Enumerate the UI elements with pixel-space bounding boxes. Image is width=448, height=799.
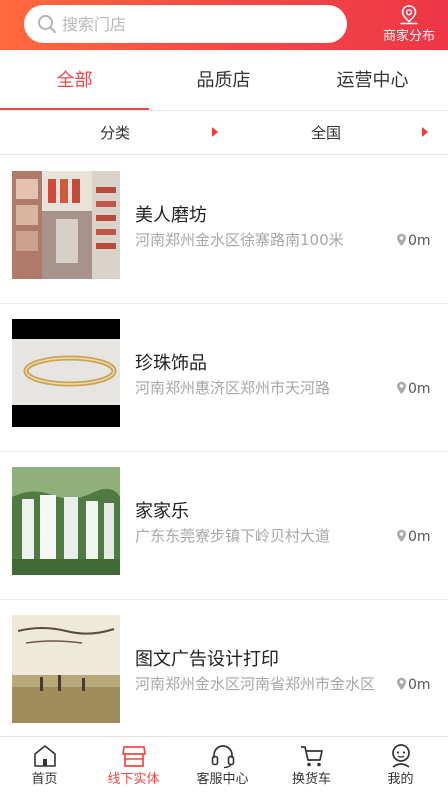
store-thumbnail bbox=[12, 319, 120, 427]
top-header: 商家分布 bbox=[0, 0, 448, 50]
location-pin-icon bbox=[400, 5, 418, 25]
store-distance-value: 0m bbox=[408, 677, 431, 693]
store-distance: 0m bbox=[396, 231, 431, 251]
store-distance: 0m bbox=[396, 527, 431, 547]
location-pin-icon bbox=[397, 381, 406, 394]
store-address: 河南郑州金水区徐寨路南100米 bbox=[135, 231, 344, 249]
merchant-distribution-label: 商家分布 bbox=[382, 29, 435, 44]
tab-quality-store[interactable]: 品质店 bbox=[149, 50, 298, 110]
store-thumbnail bbox=[12, 615, 120, 723]
tab-operation-center[interactable]: 运营中心 bbox=[298, 50, 447, 110]
active-tab-indicator bbox=[0, 108, 149, 110]
nav-offline-store[interactable]: 线下实体 bbox=[89, 737, 178, 799]
nav-customer-service-label: 客服中心 bbox=[196, 772, 249, 787]
store-item[interactable]: 美人磨坊 河南郑州金水区徐寨路南100米 0m bbox=[0, 156, 448, 304]
location-pin-icon bbox=[397, 233, 406, 246]
profile-icon bbox=[391, 744, 410, 768]
nav-customer-service[interactable]: 客服中心 bbox=[178, 737, 267, 799]
home-icon bbox=[33, 745, 56, 767]
filter-bar: 分类 全国 bbox=[0, 111, 448, 155]
search-bar[interactable] bbox=[24, 5, 347, 43]
nav-offline-store-label: 线下实体 bbox=[107, 772, 160, 787]
search-icon bbox=[38, 15, 57, 34]
store-name: 图文广告设计打印 bbox=[135, 649, 279, 670]
store-name: 家家乐 bbox=[135, 501, 189, 522]
nav-exchange-cart[interactable]: 换货车 bbox=[267, 737, 356, 799]
tab-all[interactable]: 全部 bbox=[0, 50, 149, 110]
store-distance-value: 0m bbox=[408, 381, 431, 397]
store-item[interactable]: 图文广告设计打印 河南郑州金水区河南省郑州市金水区 0m bbox=[0, 600, 448, 748]
store-distance: 0m bbox=[396, 675, 431, 695]
store-thumbnail bbox=[12, 467, 120, 575]
category-tabs: 全部 品质店 运营中心 bbox=[0, 50, 448, 111]
filter-region[interactable]: 全国 bbox=[311, 111, 341, 154]
location-pin-icon bbox=[397, 677, 406, 690]
store-distance-value: 0m bbox=[408, 529, 431, 545]
store-icon bbox=[121, 746, 146, 767]
store-address: 河南郑州金水区河南省郑州市金水区 bbox=[135, 675, 376, 693]
nav-profile-label: 我的 bbox=[387, 772, 414, 787]
caret-right-icon[interactable] bbox=[422, 127, 428, 137]
store-address: 河南郑州惠济区郑州市天河路 bbox=[135, 379, 331, 397]
store-thumbnail bbox=[12, 171, 120, 279]
nav-profile[interactable]: 我的 bbox=[356, 737, 445, 799]
location-pin-icon bbox=[397, 529, 406, 542]
store-address: 广东东莞寮步镇下岭贝村大道 bbox=[135, 527, 331, 545]
nav-home-label: 首页 bbox=[31, 772, 58, 787]
cart-icon bbox=[300, 746, 323, 767]
store-name: 美人磨坊 bbox=[135, 205, 207, 226]
filter-category[interactable]: 分类 bbox=[100, 111, 130, 154]
store-name: 珍珠饰品 bbox=[135, 353, 207, 374]
store-distance: 0m bbox=[396, 379, 431, 399]
store-item[interactable]: 珍珠饰品 河南郑州惠济区郑州市天河路 0m bbox=[0, 304, 448, 452]
caret-right-icon[interactable] bbox=[212, 127, 218, 137]
merchant-distribution-button[interactable]: 商家分布 bbox=[374, 3, 444, 47]
store-item[interactable]: 家家乐 广东东莞寮步镇下岭贝村大道 0m bbox=[0, 452, 448, 600]
nav-home[interactable]: 首页 bbox=[0, 737, 89, 799]
bottom-navigation: 首页 线下实体 客服中心 换货车 我的 bbox=[0, 736, 448, 799]
search-input[interactable] bbox=[62, 5, 332, 43]
nav-exchange-cart-label: 换货车 bbox=[291, 772, 331, 787]
store-distance-value: 0m bbox=[408, 233, 431, 249]
headset-icon bbox=[211, 745, 234, 769]
